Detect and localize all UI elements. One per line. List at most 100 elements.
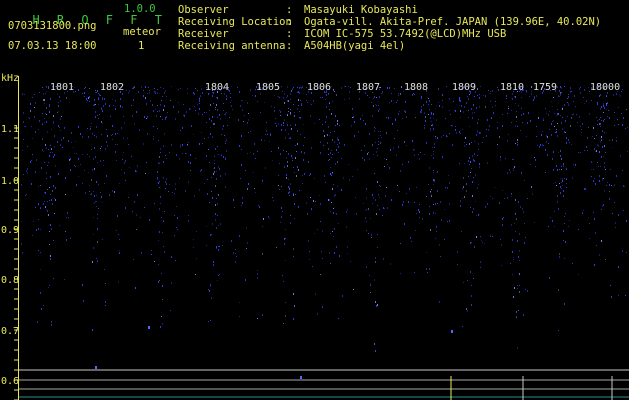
signal-pixel: [188, 220, 189, 222]
signal-pixel: [439, 244, 440, 246]
y-axis: 1.11.00.90.80.70.6: [1, 76, 19, 400]
signal-pixel: [55, 187, 56, 189]
signal-pixel: [299, 111, 300, 112]
signal-pixel: [216, 104, 217, 106]
signal-pixel: [592, 136, 593, 137]
signal-pixel: [302, 86, 303, 88]
signal-pixel: [271, 106, 272, 107]
signal-pixel: [461, 231, 462, 232]
signal-pixel: [223, 125, 224, 127]
signal-pixel: [540, 144, 541, 146]
info-separator: :: [286, 28, 293, 40]
signal-pixel: [359, 98, 360, 100]
signal-pixel: [378, 194, 379, 196]
signal-pixel: [299, 92, 300, 94]
signal-pixel: [471, 142, 472, 143]
signal-pixel: [226, 150, 227, 152]
signal-pixel: [88, 136, 89, 138]
signal-pixel: [262, 253, 263, 255]
spectrogram[interactable]: 1.11.00.90.80.70.6 1801 1802 1804 1805 1806 1…: [0, 76, 629, 400]
time-label: 1806: [307, 82, 331, 93]
signal-pixel: [164, 251, 165, 253]
signal-pixel: [199, 143, 200, 145]
signal-pixel: [151, 250, 152, 251]
signal-pixel: [45, 93, 46, 94]
signal-pixel: [326, 106, 327, 108]
signal-pixel: [506, 98, 507, 99]
signal-pixel: [276, 125, 277, 127]
signal-pixel: [222, 245, 223, 246]
signal-pixel: [284, 102, 285, 104]
signal-pixel: [159, 208, 160, 210]
signal-pixel: [595, 151, 596, 152]
signal-pixel: [431, 155, 432, 156]
signal-pixel: [330, 173, 331, 175]
signal-pixel: [288, 100, 289, 102]
signal-pixel: [321, 251, 322, 252]
signal-pixel: [313, 100, 314, 102]
signal-pixel: [92, 133, 93, 135]
signal-pixel: [104, 269, 105, 270]
signal-pixel: [583, 97, 584, 98]
signal-pixel: [595, 232, 596, 234]
signal-pixel: [162, 232, 163, 233]
signal-pixel: [161, 273, 162, 274]
signal-pixel: [237, 87, 238, 88]
signal-pixel: [542, 131, 543, 132]
signal-pixel: [190, 154, 191, 156]
signal-pixel: [60, 130, 61, 131]
signal-pixel: [23, 112, 24, 114]
signal-pixel: [157, 111, 158, 112]
signal-pixel: [102, 110, 103, 112]
signal-pixel: [337, 139, 338, 140]
signal-pixel: [604, 190, 605, 192]
signal-pixel: [98, 184, 99, 185]
signal-pixel: [239, 316, 240, 317]
signal-pixel: [47, 131, 48, 133]
signal-pixel: [509, 169, 510, 171]
signal-pixel: [383, 258, 384, 260]
signal-pixel: [398, 95, 399, 96]
signal-pixel: [437, 137, 438, 139]
signal-pixel: [116, 160, 117, 161]
signal-pixel: [328, 160, 329, 161]
horizontal-lines: [18, 369, 629, 400]
time-labels: 1801 1802 1804 1805 1806 1807 1808 1809 1810 1759…: [50, 82, 620, 93]
signal-pixel: [175, 183, 176, 185]
signal-pixel: [602, 205, 603, 207]
signal-pixel: [488, 129, 489, 131]
signal-pixel: [241, 149, 242, 150]
signal-pixel: [519, 273, 520, 275]
signal-pixel: [370, 283, 371, 285]
signal-pixel: [161, 316, 162, 317]
signal-pixel: [447, 187, 448, 189]
station-info: Observer: Masayuki Kobayashi Receiving Lo…: [178, 4, 601, 52]
signal-pixel: [303, 159, 304, 161]
signal-pixel: [381, 93, 382, 94]
signal-pixel: [462, 129, 463, 130]
signal-pixel: [54, 135, 55, 137]
signal-pixel: [287, 100, 288, 101]
signal-pixel: [559, 256, 560, 258]
signal-pixel: [89, 96, 90, 98]
signal-pixel: [212, 116, 213, 118]
signal-pixel: [290, 99, 291, 100]
signal-pixel: [78, 158, 79, 160]
signal-pixel: [97, 162, 98, 163]
signal-pixel: [317, 313, 318, 315]
signal-pixel: [547, 154, 548, 156]
signal-pixel: [96, 201, 97, 202]
signal-pixel: [527, 122, 528, 124]
signal-pixel: [541, 134, 542, 136]
signal-pixel: [50, 152, 51, 153]
signal-pixel: [473, 278, 474, 279]
signal-pixel: [346, 226, 347, 228]
signal-pixel: [34, 107, 35, 108]
signal-pixel: [549, 277, 550, 279]
signal-pixel: [319, 195, 320, 196]
signal-pixel: [471, 285, 472, 286]
signal-pixel: [580, 152, 581, 153]
signal-pixel: [600, 123, 601, 125]
signal-pixel: [601, 240, 602, 242]
signal-pixel: [158, 264, 159, 265]
